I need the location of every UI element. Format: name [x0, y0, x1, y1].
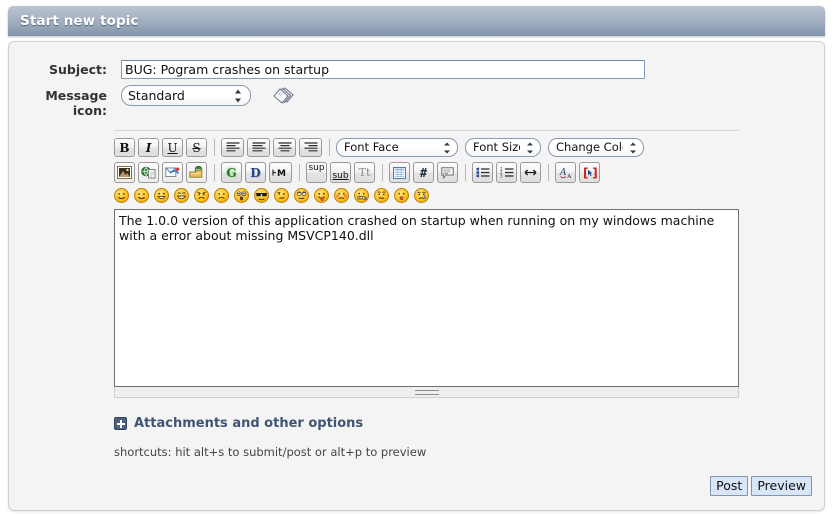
subject-field-wrap	[121, 60, 824, 79]
smiley-palette	[114, 188, 739, 203]
toolbar-separator	[299, 164, 300, 181]
insert-table-icon[interactable]	[389, 162, 410, 183]
teletype-icon[interactable]: Tt	[354, 162, 375, 183]
svg-text:A: A	[559, 168, 567, 178]
underline-icon[interactable]: U	[162, 138, 183, 157]
insert-code-icon[interactable]: #	[413, 162, 434, 183]
post-button[interactable]: Post	[710, 476, 749, 496]
message-icon-label: Message icon:	[45, 88, 107, 118]
font-face-select-wrap: Font Face	[336, 138, 465, 157]
preview-button[interactable]: Preview	[751, 476, 812, 496]
smiley-huh-icon[interactable]	[274, 188, 289, 203]
align-right-icon[interactable]	[299, 138, 322, 157]
smiley-angry-icon[interactable]	[194, 188, 209, 203]
glow-icon[interactable]: G	[221, 162, 242, 183]
attachments-toggle[interactable]: Attachments and other options	[114, 416, 824, 431]
svg-text:3: 3	[500, 174, 503, 179]
smiley-embarrassed-icon[interactable]	[334, 188, 349, 203]
insert-email-icon[interactable]	[162, 162, 183, 183]
smiley-sad-icon[interactable]	[214, 188, 229, 203]
shortcuts-hint: shortcuts: hit alt+s to submit/post or a…	[114, 445, 427, 459]
smiley-rolleyes-icon[interactable]	[294, 188, 309, 203]
bold-icon[interactable]: B	[114, 138, 135, 157]
message-textarea[interactable]: The 1.0.0 version of this application cr…	[114, 209, 739, 387]
subject-label: Subject:	[49, 62, 107, 77]
insert-ftp-link-icon[interactable]	[186, 162, 207, 183]
font-face-select[interactable]: Font Face	[336, 138, 458, 157]
expand-plus-icon	[114, 417, 127, 430]
resize-grip-icon	[414, 389, 439, 395]
insert-quote-icon[interactable]	[437, 162, 458, 183]
marquee-icon[interactable]: M	[269, 162, 292, 183]
smiley-lips-sealed-icon[interactable]	[354, 188, 369, 203]
align-center-icon[interactable]	[247, 138, 270, 157]
message-icon-field-wrap: Standard	[121, 85, 824, 106]
subscript-icon[interactable]: sub	[330, 162, 351, 183]
numbered-list-icon[interactable]: 1 2 3	[496, 162, 517, 183]
change-color-select-wrap: Change Color	[548, 138, 651, 157]
editor-container: B I U S Font Face Font Size Change Color…	[114, 130, 739, 398]
smiley-kiss-icon[interactable]	[394, 188, 409, 203]
svg-text:M: M	[277, 169, 286, 178]
toolbar-separator	[214, 164, 215, 181]
toolbar-separator	[548, 164, 549, 181]
svg-text:[: [	[583, 167, 588, 179]
smiley-tongue-icon[interactable]	[314, 188, 329, 203]
message-icon-row: Message icon: Standard	[9, 85, 824, 118]
post-editor-page: Start new topic Subject: Message icon: S…	[0, 0, 833, 514]
smiley-wink-icon[interactable]	[134, 188, 149, 203]
form-panel: Subject: Message icon: Standard	[8, 41, 825, 511]
bulleted-list-icon[interactable]	[472, 162, 493, 183]
toolbar-row-formatting: B I U S Font Face Font Size Change Color	[114, 138, 739, 157]
superscript-icon[interactable]: sup	[306, 162, 327, 183]
action-buttons: Post Preview	[710, 476, 812, 496]
insert-image-icon[interactable]	[114, 162, 135, 183]
smiley-undecided-icon[interactable]	[374, 188, 389, 203]
italic-icon[interactable]: I	[138, 138, 159, 157]
toolbar-separator	[214, 139, 215, 156]
message-icon-preview-icon	[273, 86, 295, 106]
insert-hyperlink-icon[interactable]	[138, 162, 159, 183]
attachments-label: Attachments and other options	[134, 416, 364, 431]
strikethrough-icon[interactable]: S	[186, 138, 207, 157]
svg-text:A: A	[566, 174, 572, 179]
smiley-smile-icon[interactable]	[114, 188, 129, 203]
toggle-view-icon[interactable]: A A	[555, 162, 576, 183]
smiley-cry-icon[interactable]	[414, 188, 429, 203]
toolbar-separator	[465, 164, 466, 181]
horizontal-rule-icon[interactable]	[520, 162, 541, 183]
toolbar-row-insert: G D M sup sub Tt # 1 2 3 A A [	[114, 162, 739, 183]
message-icon-select-wrap: Standard	[121, 85, 251, 106]
insert-bbcode-icon[interactable]: [ ]	[579, 162, 600, 183]
align-left-icon[interactable]	[221, 138, 244, 157]
textarea-resize-handle[interactable]	[114, 387, 739, 398]
subject-input[interactable]	[121, 60, 645, 79]
smiley-cool-icon[interactable]	[254, 188, 269, 203]
subject-row: Subject:	[9, 60, 824, 79]
page-title: Start new topic	[20, 13, 139, 29]
svg-text:]: ]	[592, 167, 597, 179]
toolbar-divider	[114, 130, 739, 131]
window-titlebar: Start new topic	[8, 6, 825, 36]
toolbar-separator	[382, 164, 383, 181]
shadow-icon[interactable]: D	[245, 162, 266, 183]
font-size-select-wrap: Font Size	[465, 138, 548, 157]
smiley-shocked-icon[interactable]	[234, 188, 249, 203]
toolbar-separator	[329, 139, 330, 156]
font-size-select[interactable]: Font Size	[465, 138, 541, 157]
change-color-select[interactable]: Change Color	[548, 138, 644, 157]
smiley-grin-icon[interactable]	[174, 188, 189, 203]
smiley-cheesy-icon[interactable]	[154, 188, 169, 203]
align-justify-icon[interactable]	[273, 138, 296, 157]
message-icon-select[interactable]: Standard	[121, 85, 251, 106]
